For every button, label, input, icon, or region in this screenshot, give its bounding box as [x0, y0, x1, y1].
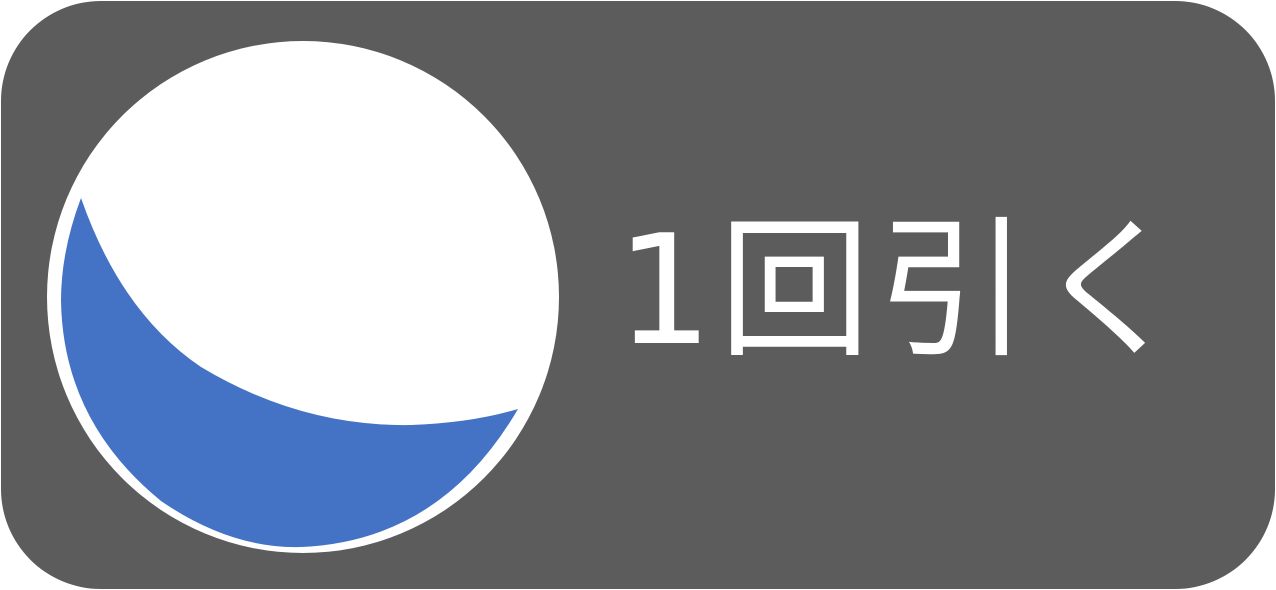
draw-once-badge[interactable]: 1回引く — [1, 1, 1275, 589]
draw-once-label: 1回引く — [616, 202, 1193, 379]
ball-icon — [47, 41, 559, 553]
